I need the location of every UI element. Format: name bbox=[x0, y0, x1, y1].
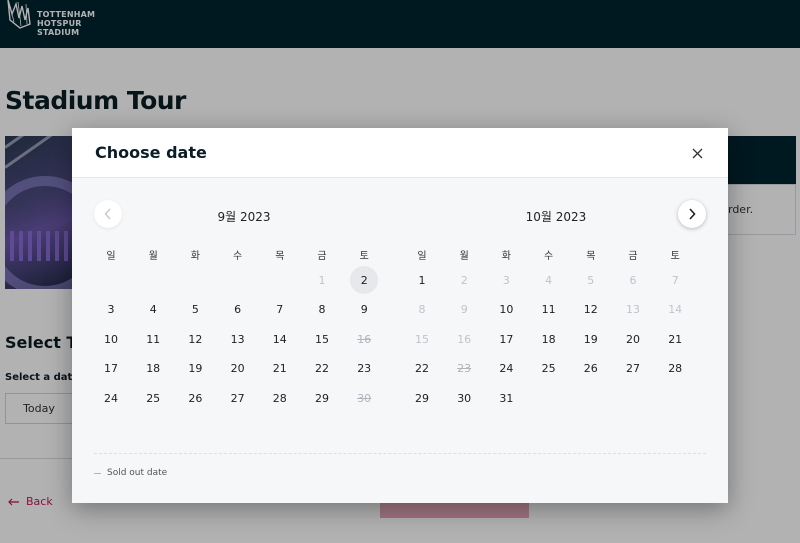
weekday-header: 수 bbox=[543, 250, 554, 262]
day-cell-available[interactable]: 29 bbox=[408, 384, 436, 412]
day-cell-available[interactable]: 6 bbox=[224, 296, 252, 324]
day-cell-available[interactable]: 22 bbox=[308, 355, 336, 383]
day-cell-disabled: 5 bbox=[587, 273, 595, 287]
day-cell-available[interactable]: 8 bbox=[308, 296, 336, 324]
weekday-header: 토 bbox=[359, 250, 369, 262]
day-cell-available[interactable]: 26 bbox=[181, 384, 209, 412]
day-cell-disabled: 4 bbox=[545, 273, 553, 287]
day-cell-disabled: 16 bbox=[457, 332, 472, 346]
legend-label: Sold out date bbox=[107, 468, 168, 478]
day-cell-available[interactable]: 21 bbox=[266, 355, 294, 383]
day-cell-disabled: 3 bbox=[502, 273, 510, 287]
day-cell-disabled: 8 bbox=[418, 303, 426, 316]
previous-month-button[interactable] bbox=[94, 200, 122, 228]
day-cell-selected[interactable]: 2 bbox=[350, 266, 379, 294]
day-cell-soldout: 30 bbox=[357, 391, 372, 405]
day-cell-available[interactable]: 19 bbox=[577, 325, 605, 353]
legend: Sold out date bbox=[94, 468, 167, 478]
day-cell-available[interactable]: 22 bbox=[408, 355, 436, 383]
month-title-october: 10월 2023 bbox=[525, 210, 587, 224]
day-cell-available[interactable]: 1 bbox=[408, 266, 436, 294]
day-cell-available[interactable]: 17 bbox=[97, 355, 125, 383]
weekday-header: 화 bbox=[501, 250, 511, 262]
day-cell-disabled: 1 bbox=[318, 273, 326, 287]
day-cell-available[interactable]: 5 bbox=[181, 296, 209, 324]
day-cell-available[interactable]: 4 bbox=[139, 296, 167, 324]
day-cell-available[interactable]: 24 bbox=[492, 355, 520, 383]
day-cell-available[interactable]: 29 bbox=[308, 384, 336, 412]
day-cell-available[interactable]: 30 bbox=[450, 384, 478, 412]
day-cell-disabled: 7 bbox=[671, 273, 679, 287]
weekday-header: 월 bbox=[459, 250, 469, 262]
day-cell-available[interactable]: 26 bbox=[577, 355, 605, 383]
day-cell-available[interactable]: 18 bbox=[139, 355, 167, 383]
day-cell-soldout: 23 bbox=[457, 362, 472, 375]
weekday-header: 수 bbox=[232, 250, 243, 262]
day-cell-available[interactable]: 25 bbox=[535, 355, 563, 383]
day-cell-disabled: 15 bbox=[415, 332, 429, 346]
day-cell-disabled: 14 bbox=[668, 303, 683, 316]
close-icon bbox=[692, 148, 702, 158]
weekday-header: 일 bbox=[106, 250, 116, 262]
modal-title: Choose date bbox=[95, 143, 207, 162]
day-cell-available[interactable]: 10 bbox=[492, 296, 520, 324]
day-cell-available[interactable]: 25 bbox=[139, 384, 167, 412]
day-cell-disabled: 9 bbox=[460, 303, 468, 316]
legend-divider bbox=[94, 453, 706, 454]
chevron-right-icon bbox=[689, 208, 696, 220]
chevron-left-icon bbox=[104, 208, 111, 220]
weekday-header: 금 bbox=[628, 250, 638, 262]
weekday-header: 일 bbox=[417, 250, 427, 262]
weekday-header: 토 bbox=[670, 250, 680, 262]
weekday-header: 화 bbox=[190, 250, 200, 262]
day-cell-available[interactable]: 11 bbox=[139, 325, 167, 353]
weekday-header: 금 bbox=[317, 250, 327, 262]
day-cell-available[interactable]: 3 bbox=[97, 296, 125, 324]
day-cell-available[interactable]: 28 bbox=[266, 384, 294, 412]
sold-out-marker-icon bbox=[94, 472, 101, 474]
day-cell-disabled: 13 bbox=[626, 303, 640, 316]
day-cell-available[interactable]: 10 bbox=[97, 325, 125, 353]
day-cell-available[interactable]: 7 bbox=[266, 296, 294, 324]
day-cell-available[interactable]: 11 bbox=[535, 296, 563, 324]
day-cell-disabled: 6 bbox=[629, 273, 637, 287]
weekday-header: 월 bbox=[148, 250, 158, 262]
day-cell-available[interactable]: 27 bbox=[619, 355, 647, 383]
day-cell-available[interactable]: 27 bbox=[224, 384, 252, 412]
day-cell-available[interactable]: 15 bbox=[308, 325, 336, 353]
choose-date-modal: Choose date 9월 2023 10월 2023 일월화수목금토1234… bbox=[72, 128, 728, 503]
weekday-header: 목 bbox=[586, 250, 596, 262]
day-cell-available[interactable]: 31 bbox=[492, 384, 520, 412]
day-cell-available[interactable]: 14 bbox=[266, 325, 294, 353]
modal-header: Choose date bbox=[72, 128, 728, 178]
day-cell-available[interactable]: 20 bbox=[619, 325, 647, 353]
day-cell-available[interactable]: 12 bbox=[577, 296, 605, 324]
day-cell-disabled: 2 bbox=[460, 273, 468, 287]
month-title-september: 9월 2023 bbox=[217, 210, 271, 224]
next-month-button[interactable] bbox=[678, 200, 706, 228]
day-cell-available[interactable]: 18 bbox=[535, 325, 563, 353]
day-cell-available[interactable]: 28 bbox=[661, 355, 689, 383]
day-cell-available[interactable]: 13 bbox=[224, 325, 252, 353]
day-cell-available[interactable]: 19 bbox=[181, 355, 209, 383]
day-cell-available[interactable]: 17 bbox=[492, 325, 520, 353]
day-cell-soldout: 16 bbox=[357, 332, 372, 346]
day-cell-available[interactable]: 20 bbox=[224, 355, 252, 383]
day-cell-available[interactable]: 23 bbox=[350, 355, 378, 383]
day-cell-available[interactable]: 12 bbox=[181, 325, 209, 353]
day-cell-available[interactable]: 21 bbox=[661, 325, 689, 353]
close-button[interactable] bbox=[686, 142, 708, 164]
day-cell-available[interactable]: 24 bbox=[97, 384, 125, 412]
day-cell-available[interactable]: 9 bbox=[350, 296, 378, 324]
weekday-header: 목 bbox=[275, 250, 285, 262]
